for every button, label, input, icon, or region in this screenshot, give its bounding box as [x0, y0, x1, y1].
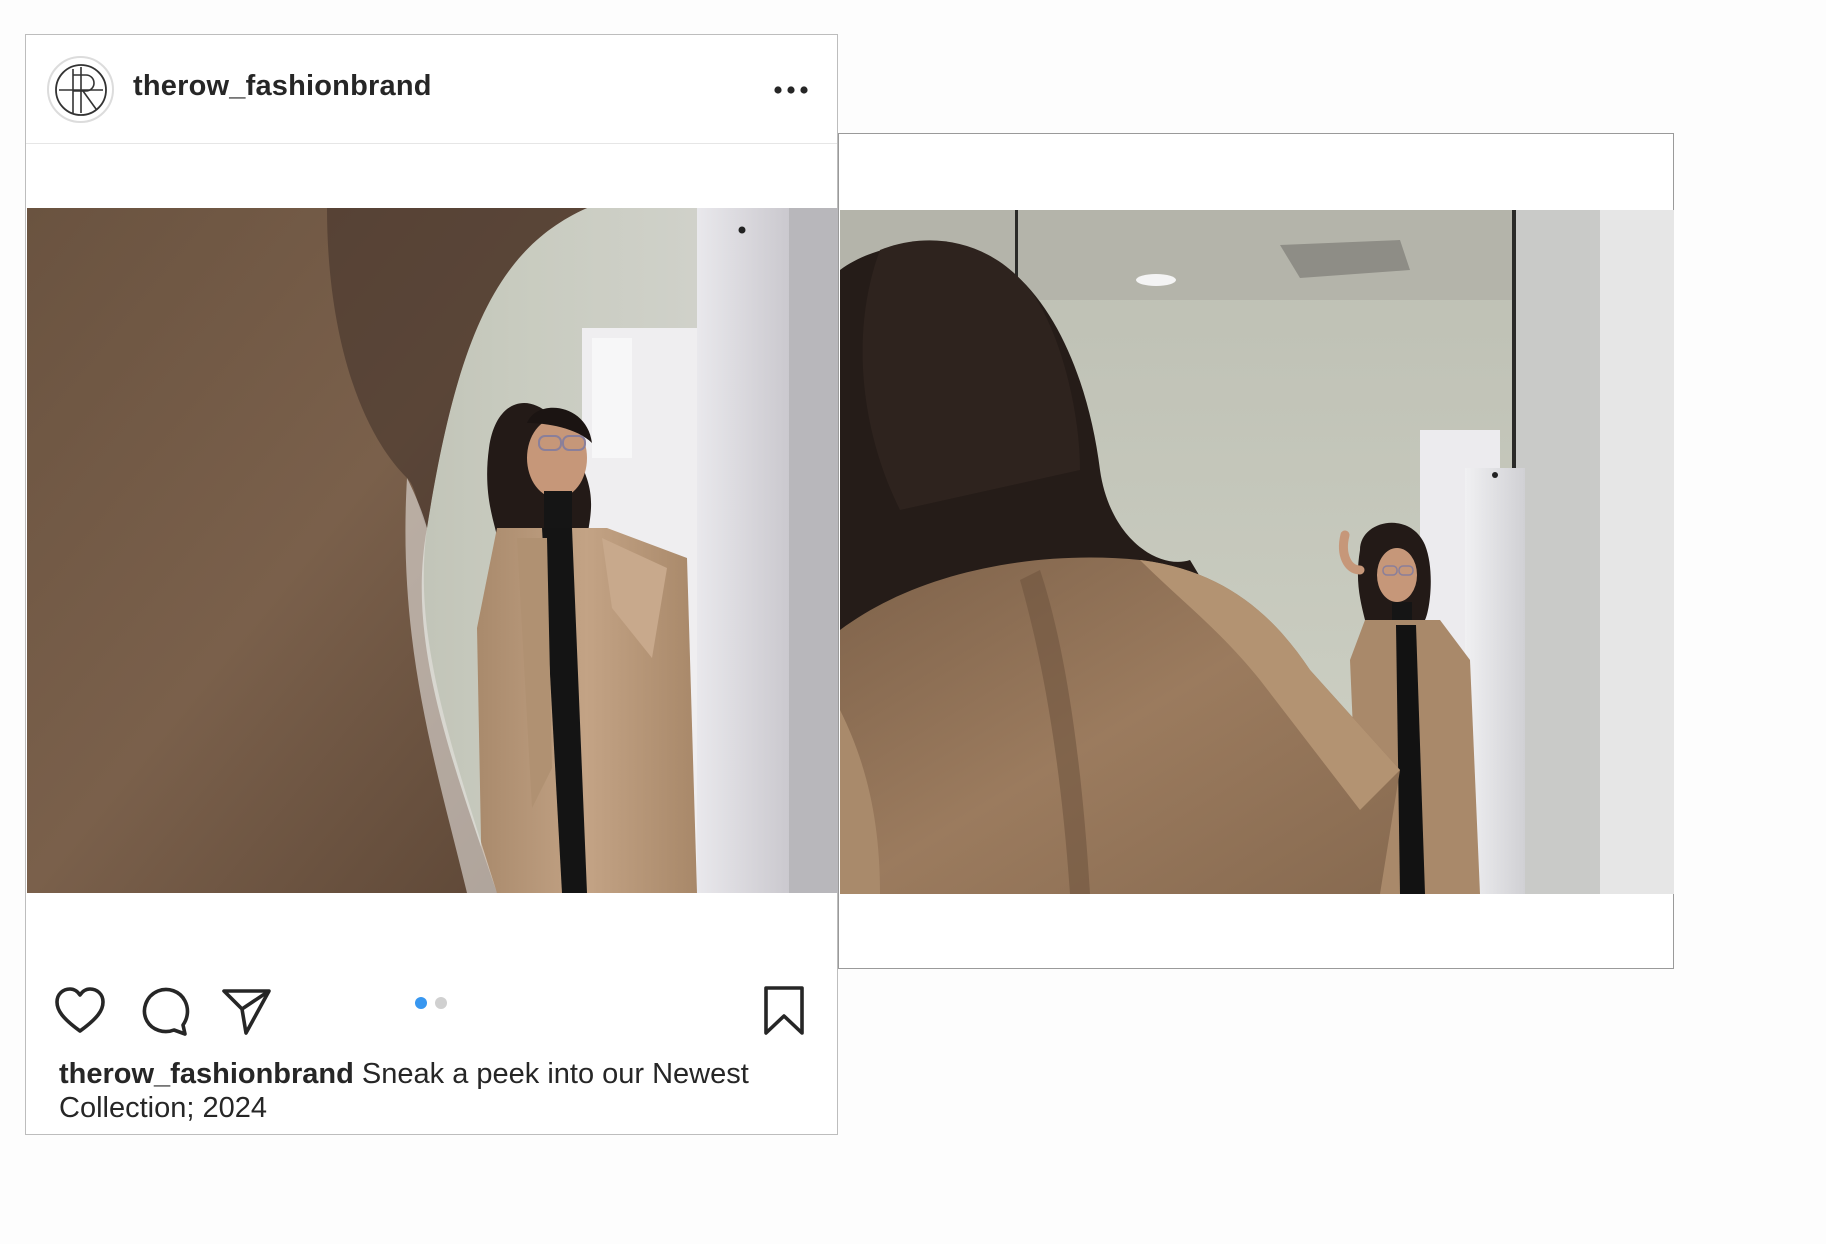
more-options-icon: [774, 86, 808, 94]
caption-username[interactable]: therow_fashionbrand: [59, 1058, 354, 1090]
post-photo-slide-2[interactable]: [840, 210, 1674, 894]
avatar[interactable]: [47, 56, 114, 123]
post-card: therow_fashionbrand therow_fashionbrand …: [25, 34, 838, 1135]
heart-icon: [55, 987, 105, 1033]
post-username[interactable]: therow_fashionbrand: [133, 70, 432, 103]
comment-button[interactable]: [136, 983, 192, 1039]
post-photo-slide-1[interactable]: [27, 208, 838, 893]
share-button[interactable]: [218, 983, 274, 1039]
like-button[interactable]: [52, 983, 108, 1039]
bookmark-icon: [764, 986, 804, 1035]
carousel-dot[interactable]: [435, 997, 447, 1009]
save-button[interactable]: [756, 983, 812, 1039]
post-photo-slide-2-frame: [838, 133, 1674, 969]
post-header: therow_fashionbrand: [26, 35, 837, 144]
send-icon: [222, 989, 271, 1035]
brand-monogram-icon: [54, 63, 107, 116]
more-options-button[interactable]: [769, 75, 813, 105]
post-caption: therow_fashionbrand Sneak a peek into ou…: [59, 1057, 819, 1125]
carousel-indicator: [415, 997, 447, 1009]
comment-icon: [142, 987, 190, 1036]
carousel-dot-active[interactable]: [415, 997, 427, 1009]
